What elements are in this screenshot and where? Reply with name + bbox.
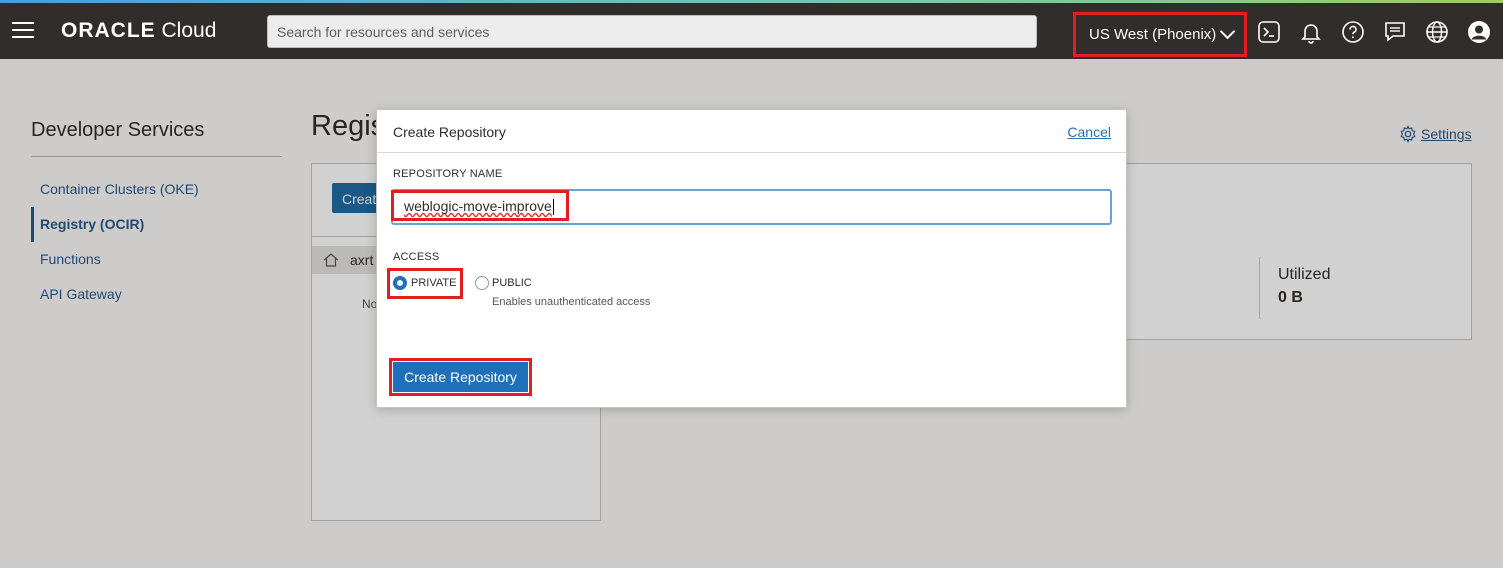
private-radio-label[interactable]: PRIVATE — [411, 277, 456, 289]
public-radio[interactable] — [475, 276, 489, 290]
menu-icon[interactable] — [12, 22, 34, 38]
chat-icon[interactable] — [1383, 20, 1407, 44]
logo-cloud: Cloud — [161, 19, 217, 42]
create-repository-dialog: Create Repository Cancel REPOSITORY NAME… — [376, 109, 1127, 408]
public-radio-label[interactable]: PUBLIC — [492, 277, 532, 289]
region-selector[interactable]: US West (Phoenix) — [1073, 12, 1247, 57]
dialog-header: Create Repository Cancel — [377, 110, 1126, 153]
access-label: ACCESS — [393, 251, 440, 263]
dialog-title: Create Repository — [393, 124, 506, 140]
create-repository-button[interactable]: Create Repository — [393, 362, 528, 392]
repository-name-label: REPOSITORY NAME — [393, 168, 503, 180]
repository-name-text: weblogic-move-improve — [404, 198, 552, 214]
cloud-shell-icon[interactable] — [1257, 20, 1281, 44]
cancel-link[interactable]: Cancel — [1067, 124, 1111, 140]
help-icon[interactable] — [1341, 20, 1365, 44]
top-header: ORACLE Cloud Search for resources and se… — [0, 3, 1503, 59]
bell-icon[interactable] — [1299, 20, 1323, 44]
oracle-cloud-logo[interactable]: ORACLE Cloud — [61, 19, 216, 43]
repository-name-value[interactable]: weblogic-move-improve — [391, 190, 569, 221]
public-hint: Enables unauthenticated access — [492, 296, 651, 308]
globe-icon[interactable] — [1425, 20, 1449, 44]
logo-oracle: ORACLE — [61, 19, 156, 42]
private-radio[interactable] — [393, 276, 407, 290]
user-icon[interactable] — [1467, 20, 1491, 44]
region-label: US West (Phoenix) — [1089, 26, 1217, 43]
text-cursor — [552, 199, 554, 216]
search-input[interactable]: Search for resources and services — [267, 15, 1037, 48]
chevron-down-icon — [1219, 23, 1236, 40]
